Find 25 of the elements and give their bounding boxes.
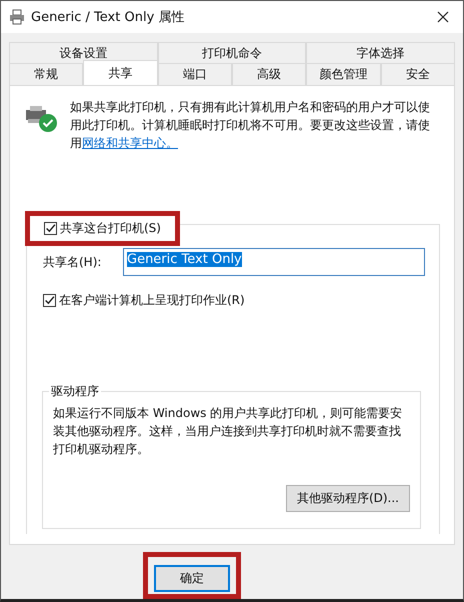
tab[interactable]: 字体选择 [306,42,456,63]
close-icon[interactable] [437,11,449,23]
network-sharing-center-link[interactable]: 网络和共享中心。 [82,136,178,150]
tab[interactable]: 安全 [380,63,455,85]
sharing-info-text: 如果共享此打印机，只有拥有此计算机用户名和密码的用户才可以使用此打印机。计算机睡眠时打印机将不可用。要更改这些设置，请使用网络和共享中心。 [70,99,430,152]
checkbox-label: 在客户端计算机上呈现打印作业(R) [59,292,245,309]
printer-icon [9,9,25,25]
window-title: Generic / Text Only 属性 [31,9,186,26]
checkbox[interactable] [43,294,56,307]
checkbox-label: 共享这台打印机(S) [60,220,161,237]
tab[interactable]: 端口 [158,63,232,85]
additional-drivers-button[interactable]: 其他驱动程序(D)... [286,485,410,512]
drivers-info-text: 如果运行不同版本 Windows 的用户共享此打印机，则可能需要安装其他驱动程序。这样，当用户连接到共享打印机时就不需要查找打印机驱动程序。 [53,405,404,458]
tab[interactable]: 设备设置 [9,42,158,63]
share-name-label: 共享名(H): [43,254,102,270]
tab[interactable]: 共享 [83,60,158,85]
tab[interactable]: 常规 [9,63,84,85]
tab[interactable]: 颜色管理 [306,63,381,85]
ok-button[interactable]: 确定 [154,565,230,592]
tab[interactable]: 打印机命令 [158,42,306,63]
checkbox[interactable] [44,222,57,235]
tab[interactable]: 高级 [232,63,306,85]
drivers-group-title: 驱动程序 [49,383,101,400]
share-name-field[interactable]: Generic Text Only [123,248,425,276]
shared-printer-icon [24,104,58,134]
